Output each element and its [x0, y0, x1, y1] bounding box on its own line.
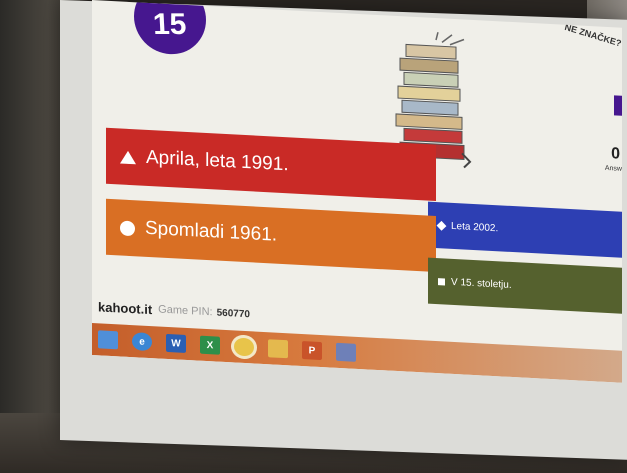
folder-icon[interactable]: [268, 339, 288, 359]
answer-triangle[interactable]: Aprila, leta 1991.: [106, 127, 436, 202]
answer-count-label: Answ: [604, 164, 622, 173]
answer-text: Aprila, leta 1991.: [146, 146, 289, 176]
answer-text: V 15. stoletju.: [451, 276, 512, 291]
question-number: 15: [152, 8, 188, 42]
answer-square[interactable]: V 15. stoletju.: [428, 257, 622, 315]
game-pin-label: Game PIN:: [158, 303, 213, 319]
game-pin: 560770: [216, 307, 250, 320]
answer-text: Leta 2002.: [451, 220, 499, 234]
question-number-badge: 15: [134, 0, 206, 56]
answer-text: Spomladi 1961.: [145, 217, 278, 246]
chrome-icon[interactable]: [234, 337, 254, 357]
triangle-icon: [120, 149, 136, 164]
answer-circle[interactable]: Spomladi 1961.: [106, 198, 436, 273]
projected-slide: 15 NE ZNAČKE? 0 Answ Aprila, leta 1991. …: [92, 0, 622, 383]
windows-start-icon[interactable]: [98, 330, 118, 350]
excel-icon[interactable]: X: [200, 335, 220, 355]
answer-diamond[interactable]: Leta 2002.: [428, 201, 622, 259]
circle-icon: [120, 219, 135, 236]
square-icon: [438, 277, 445, 285]
app-icon[interactable]: [336, 342, 356, 362]
kahoot-brand[interactable]: kahoot.it: [98, 299, 152, 317]
answer-count: 0: [611, 145, 620, 163]
word-icon[interactable]: W: [166, 333, 186, 353]
powerpoint-icon[interactable]: P: [302, 341, 322, 361]
side-panel-accent: [614, 95, 622, 116]
diamond-icon: [436, 220, 447, 231]
internet-explorer-icon[interactable]: e: [132, 332, 152, 352]
